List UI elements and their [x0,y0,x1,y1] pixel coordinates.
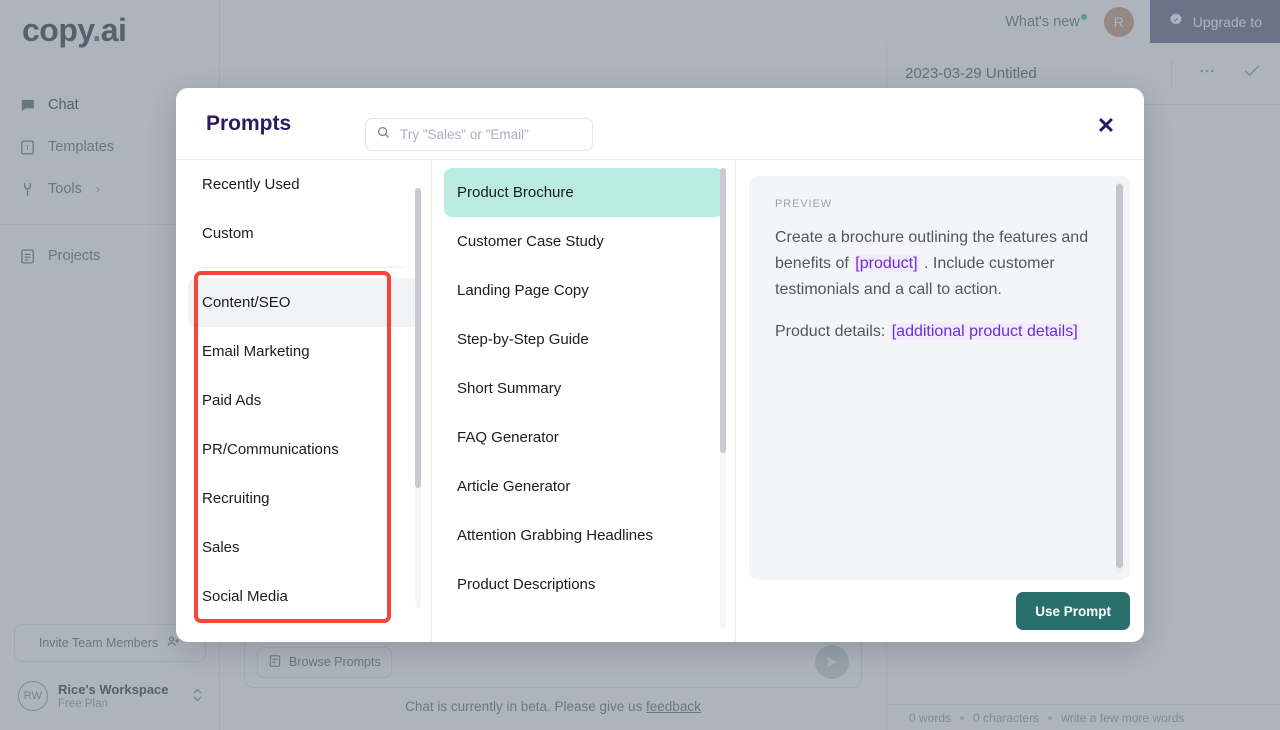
prompt-list: Product Brochure Customer Case Study Lan… [432,160,735,609]
preview-scrollbar-thumb[interactable] [1116,184,1123,568]
prompt-item-attention-grabbing-headlines[interactable]: Attention Grabbing Headlines [444,511,723,560]
divider [202,267,405,268]
preview-card: PREVIEW Create a brochure outlining the … [749,176,1130,580]
category-item-social-media[interactable]: Social Media [188,572,419,621]
category-label: PR/Communications [202,441,339,458]
preview-label: PREVIEW [775,198,833,210]
category-item-recruiting[interactable]: Recruiting [188,474,419,523]
prompts-modal: Prompts ✕ Recently Used Custom [176,88,1144,642]
category-column: Recently Used Custom Content/SEO Email M… [176,160,432,642]
prompt-item-landing-page-copy[interactable]: Landing Page Copy [444,266,723,315]
prompt-item-short-summary[interactable]: Short Summary [444,364,723,413]
category-item-email-marketing[interactable]: Email Marketing [188,327,419,376]
preview-column: PREVIEW Create a brochure outlining the … [736,160,1144,642]
category-item-pr-communications[interactable]: PR/Communications [188,425,419,474]
category-scrollbar-thumb[interactable] [415,188,421,488]
category-label: Custom [202,225,254,242]
prompt-item-article-generator[interactable]: Article Generator [444,462,723,511]
prompt-item-product-brochure[interactable]: Product Brochure [444,168,723,217]
category-item-recently-used[interactable]: Recently Used [188,160,419,209]
prompt-column: Product Brochure Customer Case Study Lan… [432,160,736,642]
modal-body: Recently Used Custom Content/SEO Email M… [176,160,1144,642]
prompt-scrollbar-thumb[interactable] [720,168,726,453]
prompt-label: Short Summary [457,380,562,397]
preview-paragraph-1: Create a brochure outlining the features… [775,225,1104,303]
category-label: Social Media [202,588,288,605]
prompt-label: Customer Case Study [457,233,604,250]
prompt-label: Product Brochure [457,184,574,201]
preview-placeholder-details: [additional product details] [889,322,1080,340]
screen: copy.ai Chat T Templates [0,0,1280,730]
category-item-paid-ads[interactable]: Paid Ads [188,376,419,425]
prompt-item-step-by-step-guide[interactable]: Step-by-Step Guide [444,315,723,364]
category-label: Email Marketing [202,343,310,360]
prompt-label: Article Generator [457,478,571,495]
category-label: Paid Ads [202,392,262,409]
modal-header: Prompts ✕ [176,88,1144,160]
category-label: Content/SEO [202,294,291,311]
prompt-item-faq-generator[interactable]: FAQ Generator [444,413,723,462]
category-label: Recently Used [202,176,300,193]
page-title: Prompts [206,111,292,135]
prompt-label: FAQ Generator [457,429,559,446]
category-item-custom[interactable]: Custom [188,209,419,258]
search-icon [376,125,391,145]
prompt-label: Attention Grabbing Headlines [457,527,653,544]
preview-paragraph-2: Product details: [additional product det… [775,319,1104,345]
search-input[interactable] [400,127,582,142]
close-icon[interactable]: ✕ [1092,112,1120,140]
category-item-sales[interactable]: Sales [188,523,419,572]
preview-text-part: Product details: [775,322,890,340]
prompt-label: Step-by-Step Guide [457,331,589,348]
category-label: Sales [202,539,240,556]
prompt-label: Product Descriptions [457,576,596,593]
use-prompt-button[interactable]: Use Prompt [1016,592,1130,630]
prompt-item-customer-case-study[interactable]: Customer Case Study [444,217,723,266]
prompt-item-product-descriptions[interactable]: Product Descriptions [444,560,723,609]
search-box[interactable] [365,118,593,151]
category-list: Recently Used Custom Content/SEO Email M… [176,160,431,621]
preview-placeholder-product: [product] [853,254,920,272]
prompt-label: Landing Page Copy [457,282,589,299]
category-label: Recruiting [202,490,270,507]
category-item-content-seo[interactable]: Content/SEO [188,278,419,327]
